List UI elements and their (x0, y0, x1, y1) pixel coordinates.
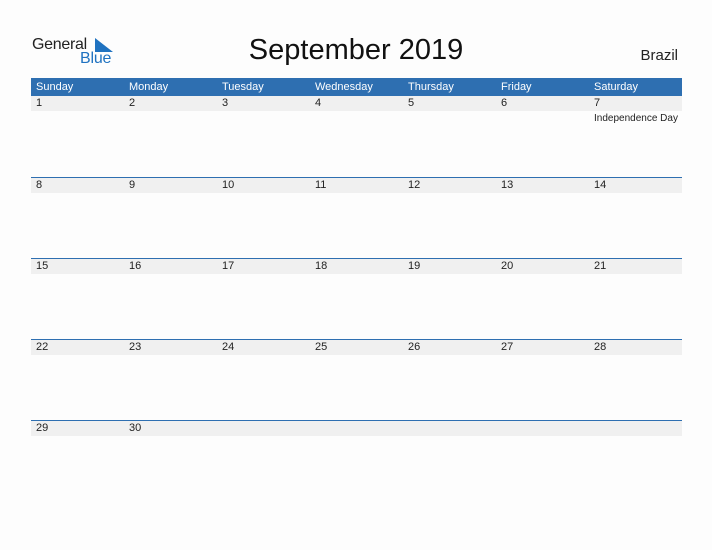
weekday-tuesday: Tuesday (222, 81, 264, 93)
day-number (501, 420, 589, 437)
day-number: 19 (408, 260, 421, 272)
day-cell: 2 (124, 96, 217, 124)
week-row: 8 9 10 11 12 13 14 (31, 177, 682, 258)
day-cell: 4 (310, 96, 403, 124)
day-number: 13 (501, 179, 514, 191)
day-number: 26 (408, 341, 421, 353)
page-title: September 2019 (248, 34, 464, 66)
day-cell: 26 (403, 339, 496, 356)
day-number: 23 (129, 341, 142, 353)
day-cell (403, 420, 496, 437)
weekday-wednesday: Wednesday (315, 81, 373, 93)
day-number: 28 (594, 341, 607, 353)
weekday-monday: Monday (129, 81, 169, 93)
day-cell: 28 (589, 339, 682, 356)
day-number (408, 420, 496, 437)
day-number: 6 (501, 97, 508, 109)
day-cell: 16 (124, 258, 217, 275)
day-cell: 21 (589, 258, 682, 275)
day-number: 12 (408, 179, 421, 191)
weekday-saturday: Saturday (594, 81, 639, 93)
day-number: 29 (36, 422, 49, 434)
day-cell: 24 (217, 339, 310, 356)
day-cell: 13 (496, 177, 589, 194)
day-number: 2 (129, 97, 136, 109)
day-number: 5 (408, 97, 415, 109)
week-cells: 15 16 17 18 19 20 21 (31, 258, 682, 275)
weekday-thursday: Thursday (408, 81, 454, 93)
weekday-sunday: Sunday (36, 81, 74, 93)
day-cell: 5 (403, 96, 496, 124)
day-number (315, 420, 403, 437)
day-cell (589, 420, 682, 437)
day-number: 14 (594, 179, 607, 191)
day-number: 27 (501, 341, 514, 353)
day-cell: 10 (217, 177, 310, 194)
day-number: 16 (129, 260, 142, 272)
day-cell (496, 420, 589, 437)
day-cell: 29 (31, 420, 124, 437)
country-label: Brazil (640, 47, 678, 64)
day-number: 24 (222, 341, 235, 353)
day-cell: 1 (31, 96, 124, 124)
day-cell: 25 (310, 339, 403, 356)
day-number (222, 420, 310, 437)
calendar-grid: Sunday Monday Tuesday Wednesday Thursday… (31, 78, 682, 501)
day-number: 7 (594, 97, 601, 109)
day-cell: 30 (124, 420, 217, 437)
day-number: 30 (129, 422, 142, 434)
weeks-container: 1 2 3 4 5 6 7 Independence Day 8 9 10 11 12 13 14 15 16 1… (31, 96, 682, 501)
day-number: 17 (222, 260, 235, 272)
day-number: 9 (129, 179, 136, 191)
day-number: 15 (36, 260, 49, 272)
day-number: 8 (36, 179, 43, 191)
day-cell: 3 (217, 96, 310, 124)
day-number: 1 (36, 97, 43, 109)
day-number: 18 (315, 260, 328, 272)
day-cell: 8 (31, 177, 124, 194)
week-cells: 8 9 10 11 12 13 14 (31, 177, 682, 194)
week-cells: 1 2 3 4 5 6 7 Independence Day (31, 96, 682, 124)
week-row: 22 23 24 25 26 27 28 (31, 339, 682, 420)
day-number: 11 (315, 179, 327, 191)
week-cells: 29 30 (31, 420, 682, 437)
weekday-header: Sunday Monday Tuesday Wednesday Thursday… (31, 78, 682, 96)
day-number: 22 (36, 341, 49, 353)
day-cell: 20 (496, 258, 589, 275)
week-cells: 22 23 24 25 26 27 28 (31, 339, 682, 356)
day-cell: 9 (124, 177, 217, 194)
day-cell: 17 (217, 258, 310, 275)
day-number: 10 (222, 179, 235, 191)
day-number: 4 (315, 97, 322, 109)
day-cell: 18 (310, 258, 403, 275)
day-number: 20 (501, 260, 514, 272)
weekday-friday: Friday (501, 81, 532, 93)
holiday-label: Independence Day (594, 113, 678, 124)
day-cell: 15 (31, 258, 124, 275)
day-cell: 6 (496, 96, 589, 124)
day-cell: 27 (496, 339, 589, 356)
day-number: 21 (594, 260, 607, 272)
day-cell: 7 Independence Day (589, 96, 682, 124)
day-cell: 14 (589, 177, 682, 194)
week-row: 15 16 17 18 19 20 21 (31, 258, 682, 339)
day-cell: 22 (31, 339, 124, 356)
day-number: 3 (222, 97, 229, 109)
week-row: 1 2 3 4 5 6 7 Independence Day (31, 96, 682, 177)
day-cell: 11 (310, 177, 403, 194)
week-row: 29 30 (31, 420, 682, 501)
day-number (594, 420, 682, 437)
day-cell: 12 (403, 177, 496, 194)
day-cell (217, 420, 310, 437)
day-cell: 19 (403, 258, 496, 275)
day-number: 25 (315, 341, 328, 353)
day-cell (310, 420, 403, 437)
day-cell: 23 (124, 339, 217, 356)
